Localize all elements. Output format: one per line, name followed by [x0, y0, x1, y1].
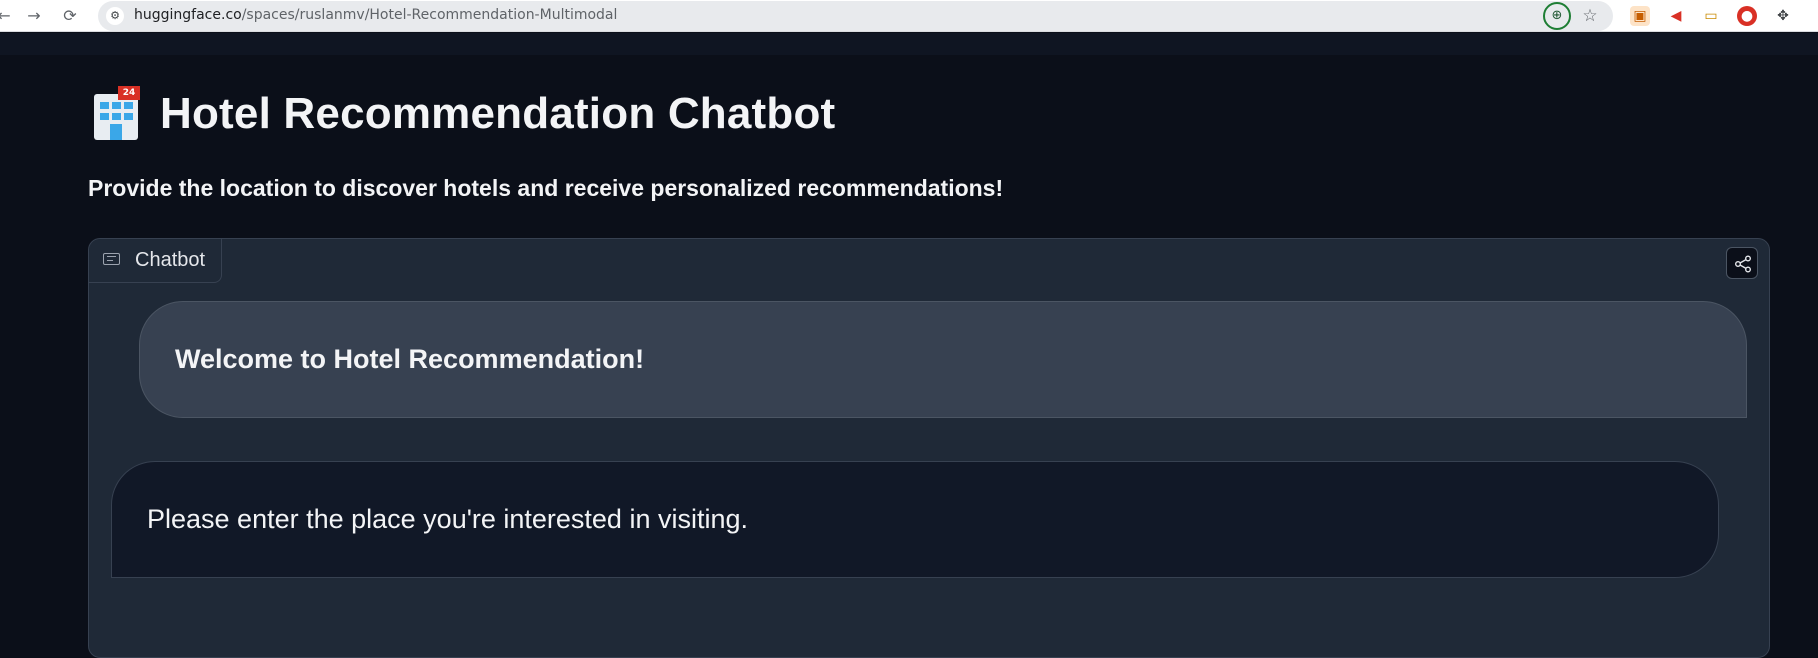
address-bar[interactable]: ⚙ huggingface.co/spaces/ruslanmv/Hotel-R… [98, 1, 1613, 31]
browser-toolbar: ← → ⟳ ⚙ huggingface.co/spaces/ruslanmv/H… [0, 0, 1818, 32]
extension-icon-1[interactable]: ▣ [1630, 6, 1650, 26]
hotel-icon: 24 [88, 86, 144, 142]
reload-icon[interactable]: ⟳ [58, 4, 82, 28]
page-subtitle: Provide the location to discover hotels … [88, 175, 1004, 201]
site-info-icon[interactable]: ⚙ [106, 7, 124, 25]
url-path: /spaces/ruslanmv/Hotel-Recommendation-Mu… [241, 7, 618, 23]
megaphone-extension-icon[interactable]: ◀ [1666, 6, 1686, 26]
extension-icon-3[interactable]: ▭ [1701, 6, 1721, 26]
bookmark-star-icon[interactable]: ☆ [1579, 5, 1601, 27]
back-icon[interactable]: ← [0, 4, 16, 28]
chat-icon [103, 252, 121, 269]
bot-message: Please enter the place you're interested… [111, 461, 1719, 578]
share-button[interactable] [1726, 247, 1758, 279]
zoom-icon[interactable]: ⊕ [1543, 2, 1571, 30]
forward-icon[interactable]: → [22, 4, 46, 28]
chatbot-panel: Chatbot Welcome to Hotel Recommendation!… [88, 238, 1770, 658]
share-icon [1735, 255, 1751, 273]
title-row: 24 Hotel Recommendation Chatbot [88, 82, 835, 146]
chatbot-label-text: Chatbot [135, 249, 206, 271]
hotel-sign: 24 [118, 86, 140, 100]
extension-icon-4[interactable]: ● [1737, 6, 1757, 26]
bot-message-text: Please enter the place you're interested… [147, 504, 749, 534]
extensions-puzzle-icon[interactable]: ✥ [1773, 6, 1793, 26]
user-message-text: Welcome to Hotel Recommendation! [175, 344, 645, 374]
page-title: Hotel Recommendation Chatbot [160, 89, 836, 138]
page-top-strip [0, 33, 1818, 55]
url-text[interactable]: huggingface.co/spaces/ruslanmv/Hotel-Rec… [134, 7, 617, 23]
user-message: Welcome to Hotel Recommendation! [139, 301, 1747, 418]
chatbot-label: Chatbot [89, 239, 222, 283]
url-host: huggingface.co [134, 7, 242, 23]
